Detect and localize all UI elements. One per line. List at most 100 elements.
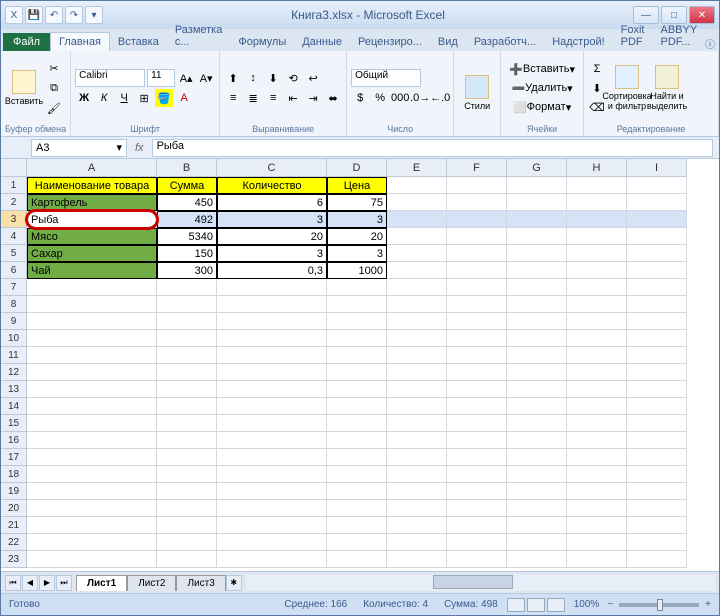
row-header[interactable]: 4: [1, 228, 27, 245]
cell[interactable]: [217, 381, 327, 398]
cell[interactable]: [447, 296, 507, 313]
page-break-view-icon[interactable]: [547, 598, 565, 612]
select-all-corner[interactable]: [1, 159, 27, 177]
cell[interactable]: [507, 211, 567, 228]
tab-home[interactable]: Главная: [50, 32, 110, 51]
cell[interactable]: [567, 245, 627, 262]
cell[interactable]: [217, 432, 327, 449]
cell[interactable]: [327, 483, 387, 500]
font-name-select[interactable]: Calibri: [75, 69, 145, 87]
bold-button[interactable]: Ж: [75, 89, 93, 107]
row-header[interactable]: 19: [1, 483, 27, 500]
cell[interactable]: Картофель: [27, 194, 157, 211]
cell[interactable]: [567, 211, 627, 228]
cell[interactable]: [27, 449, 157, 466]
cell[interactable]: [157, 483, 217, 500]
cell[interactable]: [507, 347, 567, 364]
copy-icon[interactable]: ⧉: [45, 79, 63, 97]
insert-cells-button[interactable]: ➕ Вставить ▾: [505, 60, 579, 78]
currency-icon[interactable]: $: [351, 89, 369, 107]
italic-button[interactable]: К: [95, 89, 113, 107]
sort-filter-button[interactable]: Сортировка и фильтр: [608, 59, 646, 117]
excel-icon[interactable]: X: [5, 6, 23, 24]
cell[interactable]: [327, 466, 387, 483]
cell[interactable]: [217, 279, 327, 296]
cell[interactable]: [217, 330, 327, 347]
row-header[interactable]: 20: [1, 500, 27, 517]
increase-font-icon[interactable]: A▴: [177, 69, 195, 87]
cell[interactable]: [27, 296, 157, 313]
cell[interactable]: [447, 211, 507, 228]
prev-sheet-icon[interactable]: ◀: [22, 575, 38, 591]
cell[interactable]: [157, 551, 217, 568]
cell[interactable]: [327, 415, 387, 432]
zoom-level[interactable]: 100%: [566, 599, 608, 610]
cell[interactable]: [157, 415, 217, 432]
merge-icon[interactable]: ⬌: [324, 89, 342, 107]
cell[interactable]: [627, 398, 687, 415]
cell[interactable]: [387, 177, 447, 194]
tab-formulas[interactable]: Формулы: [230, 33, 294, 51]
row-header[interactable]: 5: [1, 245, 27, 262]
cell[interactable]: [567, 381, 627, 398]
cell[interactable]: [157, 313, 217, 330]
cell[interactable]: [27, 415, 157, 432]
cell[interactable]: [217, 313, 327, 330]
cell[interactable]: [387, 347, 447, 364]
cell[interactable]: Цена: [327, 177, 387, 194]
cell[interactable]: Сахар: [27, 245, 157, 262]
cell[interactable]: [387, 211, 447, 228]
cell[interactable]: [627, 466, 687, 483]
cell[interactable]: [387, 313, 447, 330]
cell[interactable]: [217, 466, 327, 483]
cell[interactable]: [387, 483, 447, 500]
cell[interactable]: [387, 466, 447, 483]
row-header[interactable]: 22: [1, 534, 27, 551]
cell[interactable]: [387, 330, 447, 347]
undo-icon[interactable]: ↶: [45, 6, 63, 24]
cell[interactable]: [387, 364, 447, 381]
file-tab[interactable]: Файл: [3, 33, 50, 51]
cell[interactable]: [327, 449, 387, 466]
border-icon[interactable]: ⊞: [135, 89, 153, 107]
decrease-decimal-icon[interactable]: ←.0: [431, 89, 449, 107]
row-header[interactable]: 11: [1, 347, 27, 364]
cell[interactable]: [157, 347, 217, 364]
cell[interactable]: [27, 313, 157, 330]
next-sheet-icon[interactable]: ▶: [39, 575, 55, 591]
cell[interactable]: [447, 177, 507, 194]
cell[interactable]: [447, 483, 507, 500]
cell[interactable]: Чай: [27, 262, 157, 279]
cell[interactable]: [387, 551, 447, 568]
cell[interactable]: [507, 330, 567, 347]
cell[interactable]: 75: [327, 194, 387, 211]
row-header[interactable]: 3: [1, 211, 27, 228]
column-header[interactable]: E: [387, 159, 447, 177]
cell[interactable]: [327, 296, 387, 313]
cell[interactable]: [447, 228, 507, 245]
cell[interactable]: [627, 330, 687, 347]
chevron-down-icon[interactable]: ▾: [116, 141, 122, 154]
cell[interactable]: [627, 211, 687, 228]
cell[interactable]: [447, 500, 507, 517]
cell[interactable]: 450: [157, 194, 217, 211]
column-header[interactable]: D: [327, 159, 387, 177]
cell[interactable]: [567, 228, 627, 245]
cell[interactable]: [387, 279, 447, 296]
sheet-tab[interactable]: Лист2: [127, 575, 176, 591]
cell[interactable]: [627, 551, 687, 568]
cell[interactable]: [217, 534, 327, 551]
row-header[interactable]: 2: [1, 194, 27, 211]
cell[interactable]: [567, 296, 627, 313]
row-header[interactable]: 13: [1, 381, 27, 398]
tab-abbyy[interactable]: ABBYY PDF...: [653, 21, 706, 51]
cell[interactable]: 0,3: [217, 262, 327, 279]
cell[interactable]: [327, 432, 387, 449]
cell[interactable]: [27, 534, 157, 551]
cell[interactable]: [507, 534, 567, 551]
row-header[interactable]: 23: [1, 551, 27, 568]
cell[interactable]: [447, 551, 507, 568]
page-layout-view-icon[interactable]: [527, 598, 545, 612]
zoom-out-icon[interactable]: −: [607, 599, 613, 610]
cell[interactable]: [387, 381, 447, 398]
